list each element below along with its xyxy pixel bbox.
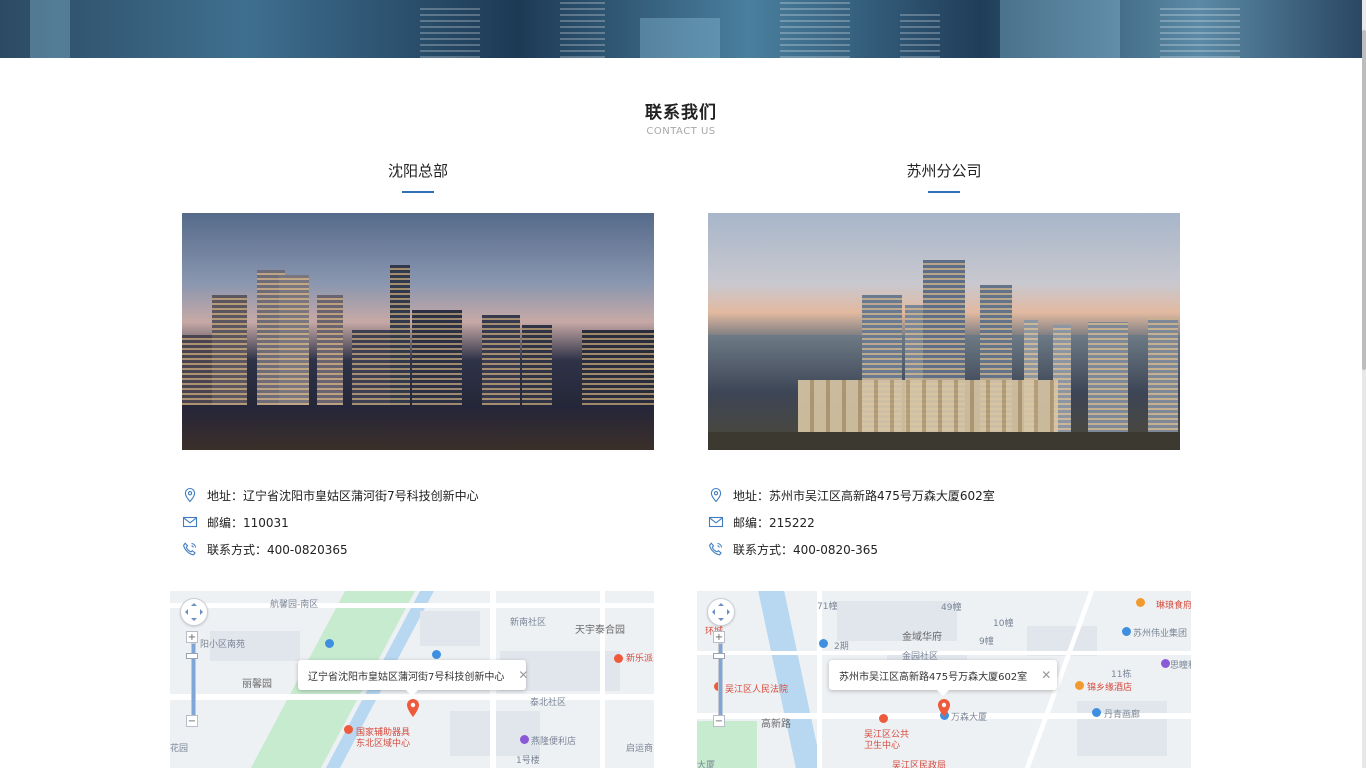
map-zoom-control[interactable]: + −	[186, 631, 198, 731]
shenyang-map[interactable]: 航馨园-南区 新南社区 天宇泰合园 阳小区南苑 丽馨园 新乐派 泰北社区 国家辅…	[170, 591, 654, 768]
map-label: 航馨园-南区	[270, 600, 319, 610]
bubble-address: 苏州市吴江区高新路475号万森大厦602室	[839, 671, 1028, 683]
map-label: 49幢	[941, 603, 962, 613]
office-title: 沈阳总部	[387, 162, 448, 180]
map-label: 71幢	[817, 602, 838, 612]
map-label: 苏州伟业集团	[1133, 629, 1188, 639]
map-label: 启运商	[626, 744, 654, 754]
map-label: 燕隆便利店	[531, 737, 577, 747]
bus-icon	[325, 639, 334, 648]
map-label: 琳琅食府	[1156, 601, 1191, 611]
postcode-text: 邮编：215222	[733, 515, 815, 530]
map-pan-control-icon[interactable]	[180, 598, 208, 626]
office-title: 苏州分公司	[906, 162, 982, 180]
phone-row: 联系方式：400-0820365	[182, 540, 348, 558]
company-icon	[1122, 627, 1131, 636]
postcode-text: 邮编：110031	[207, 515, 289, 530]
phone-icon	[708, 541, 724, 557]
shop-icon	[520, 735, 529, 744]
location-pin-icon	[708, 487, 724, 503]
map-info-bubble: 苏州市吴江区高新路475号万森大厦602室 ✕	[829, 660, 1057, 696]
phone-row: 联系方式：400-0820-365	[708, 540, 878, 558]
map-label: 思瞳科	[1170, 661, 1191, 671]
map-zoom-control[interactable]: + −	[713, 631, 725, 731]
poi-icon	[819, 639, 828, 648]
zoom-out-icon[interactable]: −	[186, 715, 198, 727]
section-subtitle: CONTACT US	[646, 126, 716, 137]
map-label: 高新路	[761, 719, 791, 730]
map-label: 9幢	[979, 637, 994, 647]
address-text: 地址：辽宁省沈阳市皇姑区蒲河街7号科技创新中心	[207, 488, 479, 503]
map-label: 丹青画廊	[1104, 710, 1141, 720]
map-label: 2期	[834, 642, 849, 652]
postcode-row: 邮编：110031	[182, 513, 289, 531]
location-pin-icon	[182, 487, 198, 503]
suzhou-city-photo	[708, 213, 1180, 450]
map-label: 卫生中心	[864, 741, 901, 751]
map-label: 东北区域中心	[356, 739, 411, 749]
map-label: 大厦	[697, 761, 716, 768]
phone-text: 联系方式：400-0820-365	[733, 542, 879, 557]
map-label: 万森大厦	[951, 713, 988, 723]
close-icon[interactable]: ✕	[518, 668, 528, 682]
poi-icon	[1092, 708, 1101, 717]
shop-icon	[1161, 659, 1170, 668]
poi-icon	[344, 725, 353, 734]
zoom-in-icon[interactable]: +	[713, 631, 725, 643]
map-marker-icon[interactable]	[406, 699, 420, 717]
map-label: 吴江区民政局	[892, 761, 947, 768]
map-label: 丽馨园	[242, 679, 272, 690]
title-underline	[928, 191, 960, 193]
map-label: 新乐派	[626, 654, 654, 664]
mail-icon	[708, 514, 724, 530]
map-label: 金域华府	[902, 632, 942, 643]
zoom-in-icon[interactable]: +	[186, 631, 198, 643]
map-label: 吴江区人民法院	[725, 685, 789, 695]
hospital-icon	[879, 714, 888, 723]
map-info-bubble: 辽宁省沈阳市皇姑区蒲河街7号科技创新中心 ✕	[298, 660, 528, 696]
map-label: 1号楼	[516, 756, 540, 766]
hotel-icon	[1075, 681, 1084, 690]
map-label: 锦乡缘酒店	[1087, 683, 1133, 693]
map-label: 天宇泰合园	[575, 625, 625, 636]
address-text: 地址：苏州市吴江区高新路475号万森大厦602室	[733, 488, 995, 503]
close-icon[interactable]: ✕	[1041, 668, 1051, 682]
section-title: 联系我们	[645, 103, 717, 123]
shenyang-city-photo	[182, 213, 654, 450]
suzhou-map[interactable]: 71幢 49幢 琳琅食府 10幢 金域华府 9幢 苏州伟业集团 2期 金园社区 …	[697, 591, 1191, 768]
title-underline	[402, 191, 434, 193]
map-pan-control-icon[interactable]	[707, 598, 735, 626]
map-label: 10幢	[993, 619, 1014, 629]
scrollbar-thumb[interactable]	[1362, 30, 1366, 370]
postcode-row: 邮编：215222	[708, 513, 815, 531]
mail-icon	[182, 514, 198, 530]
map-label: 新南社区	[510, 618, 547, 628]
zoom-knob[interactable]	[186, 653, 198, 659]
page-scrollbar[interactable]	[1362, 0, 1366, 768]
top-banner-image	[0, 0, 1362, 58]
map-label: 花园	[170, 744, 189, 754]
address-row: 地址：苏州市吴江区高新路475号万森大厦602室	[708, 486, 995, 504]
metro-icon	[432, 650, 441, 659]
poi-icon	[614, 654, 623, 663]
phone-icon	[182, 541, 198, 557]
address-row: 地址：辽宁省沈阳市皇姑区蒲河街7号科技创新中心	[182, 486, 479, 504]
zoom-knob[interactable]	[713, 653, 725, 659]
map-label: 泰北社区	[530, 698, 567, 708]
bubble-address: 辽宁省沈阳市皇姑区蒲河街7号科技创新中心	[308, 671, 505, 683]
map-label: 11栋	[1111, 670, 1132, 680]
zoom-out-icon[interactable]: −	[713, 715, 725, 727]
map-label: 阳小区南苑	[200, 640, 246, 650]
map-marker-icon[interactable]	[937, 699, 951, 717]
restaurant-icon	[1136, 598, 1145, 607]
phone-text: 联系方式：400-0820365	[207, 542, 348, 557]
